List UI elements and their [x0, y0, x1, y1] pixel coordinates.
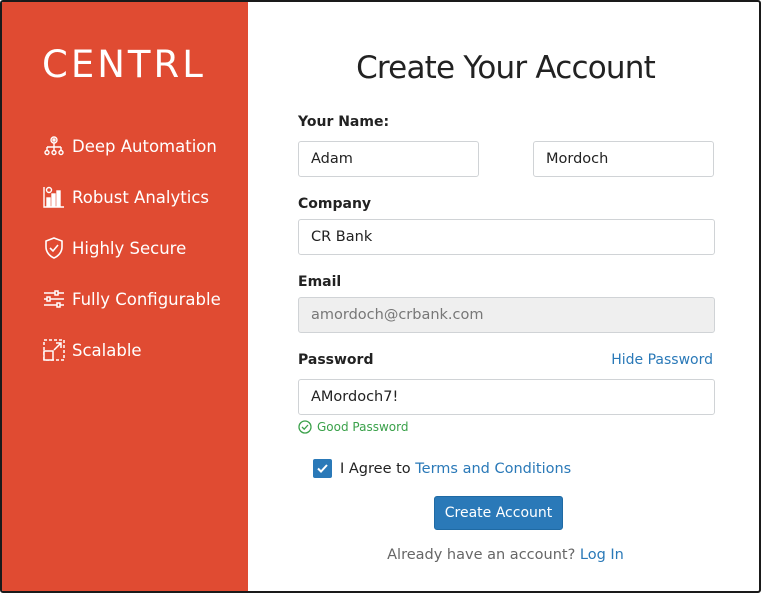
signup-window: CENTRL Deep Automation Robust Analytics … [0, 0, 761, 593]
agree-row: I Agree to Terms and Conditions [313, 459, 571, 478]
password-input[interactable] [298, 379, 715, 415]
password-status-text: Good Password [317, 420, 409, 434]
password-strength-status: Good Password [298, 420, 408, 434]
last-name-input[interactable] [533, 141, 714, 177]
password-label: Password [298, 352, 374, 368]
automation-icon [42, 134, 66, 158]
company-label: Company [298, 196, 372, 212]
check-circle-icon [298, 420, 312, 434]
email-input [298, 297, 715, 333]
agree-checkbox[interactable] [313, 459, 332, 478]
centrl-logo: CENTRL [42, 43, 206, 86]
scale-icon [42, 338, 66, 362]
hide-password-link[interactable]: Hide Password [611, 352, 713, 368]
first-name-input[interactable] [298, 141, 479, 177]
feature-label: Highly Secure [72, 238, 187, 258]
sliders-icon [42, 287, 66, 311]
signup-form: Create Your Account Your Name: Company E… [248, 2, 759, 591]
page-title: Create Your Account [356, 50, 656, 86]
feature-highly-secure: Highly Secure [42, 235, 186, 261]
feature-deep-automation: Deep Automation [42, 133, 217, 159]
feature-label: Fully Configurable [72, 289, 221, 309]
name-label: Your Name: [298, 114, 390, 130]
feature-label: Deep Automation [72, 136, 217, 156]
login-link[interactable]: Log In [580, 547, 624, 563]
agree-text: I Agree to [340, 460, 411, 477]
feature-robust-analytics: Robust Analytics [42, 184, 209, 210]
sidebar: CENTRL Deep Automation Robust Analytics … [2, 2, 248, 591]
feature-fully-configurable: Fully Configurable [42, 286, 221, 312]
company-input[interactable] [298, 219, 715, 255]
terms-link[interactable]: Terms and Conditions [415, 461, 571, 477]
analytics-icon [42, 185, 66, 209]
feature-scalable: Scalable [42, 337, 142, 363]
feature-label: Robust Analytics [72, 187, 209, 207]
shield-icon [42, 236, 66, 260]
login-prompt-text: Already have an account? [387, 547, 576, 563]
email-label: Email [298, 274, 342, 290]
feature-label: Scalable [72, 340, 142, 360]
login-prompt: Already have an account? Log In [248, 547, 759, 563]
create-account-button[interactable]: Create Account [434, 496, 563, 530]
